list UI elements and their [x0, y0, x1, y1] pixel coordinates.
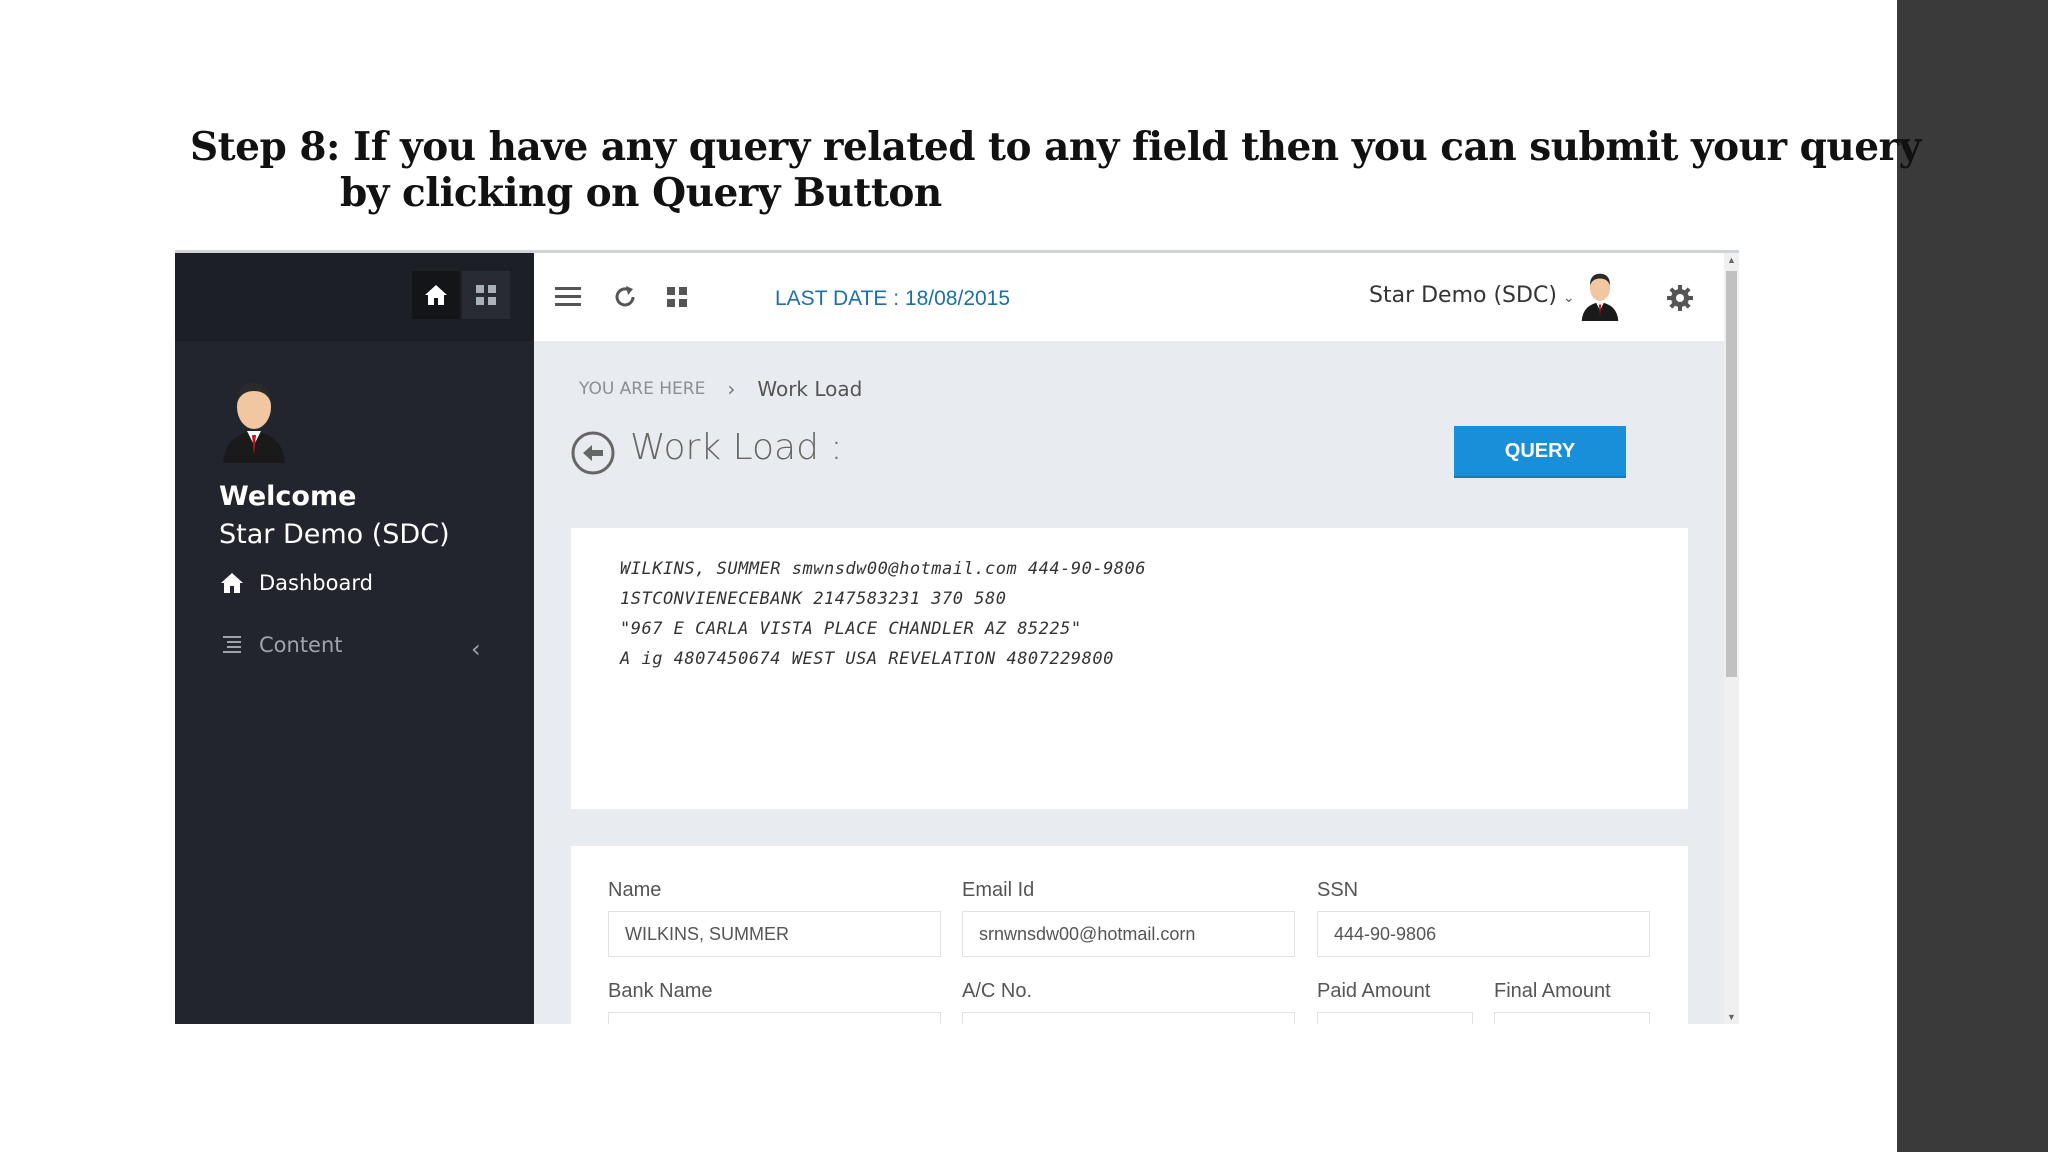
- topbar-user-name: Star Demo (SDC): [1369, 283, 1557, 308]
- email-field[interactable]: [962, 911, 1295, 957]
- menu-toggle-button[interactable]: [552, 281, 584, 313]
- sidebar-item-content[interactable]: Content: [219, 633, 343, 657]
- final-amount-label: Final Amount: [1494, 980, 1611, 1002]
- page-title: Work Load :: [630, 427, 843, 468]
- chevron-left-icon[interactable]: ‹: [471, 635, 481, 663]
- last-date-label: LAST DATE : 18/08/2015: [775, 287, 1011, 310]
- welcome-text: Welcome: [219, 481, 357, 512]
- breadcrumb-here: YOU ARE HERE: [579, 379, 706, 399]
- final-amount-field[interactable]: [1494, 1012, 1650, 1024]
- breadcrumb-current[interactable]: Work Load: [757, 377, 862, 401]
- hamburger-icon: [555, 287, 581, 306]
- breadcrumb: YOU ARE HERE › Work Load: [579, 377, 862, 401]
- scroll-down-arrow-icon[interactable]: ▼: [1727, 1012, 1736, 1022]
- name-field[interactable]: [608, 911, 941, 957]
- sidebar-item-dashboard[interactable]: Dashboard: [219, 571, 373, 595]
- document-line: WILKINS, SUMMER smwnsdw00@hotmail.com 44…: [620, 559, 1147, 579]
- query-button[interactable]: QUERY: [1454, 426, 1626, 478]
- scrollbar-thumb[interactable]: [1726, 271, 1737, 677]
- user-avatar: [223, 383, 285, 463]
- home-icon: [219, 571, 245, 595]
- user-menu[interactable]: Star Demo (SDC) ⌄: [1369, 283, 1575, 308]
- slide-title: Step 8: If you have any query related to…: [190, 124, 1921, 216]
- grid-icon: [476, 285, 496, 305]
- sidebar-item-label: Content: [259, 633, 343, 657]
- back-arrow-icon[interactable]: [570, 430, 616, 476]
- home-icon: [425, 285, 447, 305]
- refresh-button[interactable]: [609, 281, 641, 313]
- list-icon: [219, 633, 245, 657]
- sidebar-home-tab[interactable]: [412, 271, 460, 319]
- app-screenshot: Welcome Star Demo (SDC) Dashboard Conten…: [175, 250, 1739, 1024]
- name-label: Name: [608, 879, 662, 901]
- bank-name-label: Bank Name: [608, 980, 713, 1002]
- sidebar-item-label: Dashboard: [259, 571, 373, 595]
- account-number-label: A/C No.: [962, 980, 1033, 1002]
- vertical-scrollbar[interactable]: ▲ ▼: [1724, 253, 1739, 1024]
- workload-form: Name Email Id SSN Bank Name A/C No. Paid…: [571, 846, 1688, 1024]
- document-line: "967 E CARLA VISTA PLACE CHANDLER AZ 852…: [620, 619, 1082, 639]
- ssn-field[interactable]: [1317, 911, 1650, 957]
- chevron-down-icon: ⌄: [1562, 290, 1575, 306]
- document-image-panel: WILKINS, SUMMER smwnsdw00@hotmail.com 44…: [571, 528, 1688, 809]
- document-line: A ig 4807450674 WEST USA REVELATION 4807…: [620, 649, 1114, 669]
- sidebar-grid-tab[interactable]: [462, 271, 510, 319]
- handwritten-document: WILKINS, SUMMER smwnsdw00@hotmail.com 44…: [620, 554, 1146, 674]
- sidebar: Welcome Star Demo (SDC) Dashboard Conten…: [175, 253, 534, 1024]
- email-label: Email Id: [962, 879, 1035, 901]
- breadcrumb-separator: ›: [727, 377, 736, 401]
- slide-title-line-1: Step 8: If you have any query related to…: [190, 124, 1921, 170]
- refresh-icon: [615, 286, 635, 307]
- scroll-up-arrow-icon[interactable]: ▲: [1727, 255, 1736, 265]
- sidebar-user-name: Star Demo (SDC): [219, 519, 450, 550]
- ssn-label: SSN: [1317, 879, 1359, 901]
- top-bar: LAST DATE : 18/08/2015 Star Demo (SDC) ⌄: [534, 253, 1724, 341]
- apps-button[interactable]: [661, 281, 693, 313]
- paid-amount-field[interactable]: [1317, 1012, 1473, 1024]
- user-avatar[interactable]: [1578, 269, 1622, 321]
- grid-icon: [667, 287, 687, 307]
- account-number-field[interactable]: [962, 1012, 1295, 1024]
- sidebar-header: [175, 253, 534, 341]
- slide-title-line-2: by clicking on Query Button: [340, 170, 942, 216]
- gear-icon[interactable]: [1665, 283, 1695, 313]
- paid-amount-label: Paid Amount: [1317, 980, 1431, 1002]
- bank-name-field[interactable]: [608, 1012, 941, 1024]
- document-line: 1STCONVIENECEBANK 2147583231 370 580: [620, 589, 1007, 609]
